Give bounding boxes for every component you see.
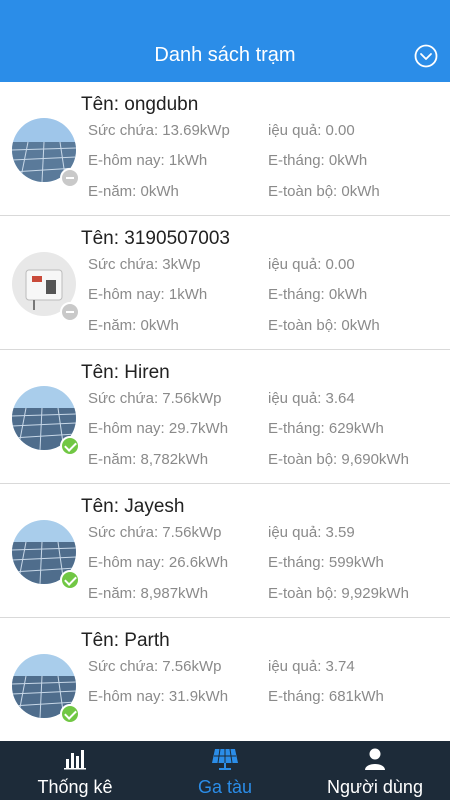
app-header: Danh sách trạm bbox=[0, 0, 450, 82]
station-capacity: Sức chứa: 7.56kWp bbox=[88, 390, 222, 407]
station-efficiency: iệu quả: 3.59 bbox=[268, 524, 355, 541]
station-efficiency: iệu quả: 3.64 bbox=[268, 390, 355, 407]
station-list[interactable]: Tên: ongdubn Sức chứa: 13.69kWp iệu quả:… bbox=[0, 82, 450, 741]
tab-label: Người dùng bbox=[327, 777, 423, 797]
tab-users[interactable]: Người dùng bbox=[300, 741, 450, 800]
station-energy-today: E-hôm nay: 29.7kWh bbox=[88, 420, 229, 437]
bottom-tab-bar: Thống kê Ga tàu Người dùng bbox=[0, 741, 450, 800]
online-status-icon bbox=[60, 704, 80, 724]
station-efficiency: iệu quả: 3.74 bbox=[268, 658, 355, 675]
station-energy-total: E-toàn bộ: 0kWh bbox=[268, 317, 380, 334]
station-efficiency: iệu quả: 0.00 bbox=[268, 122, 355, 139]
station-name: Tên: Jayesh bbox=[81, 496, 185, 517]
station-energy-today: E-hôm nay: 1kWh bbox=[88, 152, 208, 169]
station-energy-total: E-toàn bộ: 9,690kWh bbox=[268, 451, 409, 468]
station-energy-month: E-tháng: 681kWh bbox=[268, 688, 384, 705]
station-capacity: Sức chứa: 7.56kWp bbox=[88, 658, 222, 675]
station-capacity: Sức chứa: 7.56kWp bbox=[88, 524, 222, 541]
station-energy-year: E-năm: 8,987kWh bbox=[88, 585, 209, 602]
page-title: Danh sách trạm bbox=[154, 44, 296, 66]
station-energy-year: E-năm: 0kWh bbox=[88, 317, 179, 334]
tab-label: Ga tàu bbox=[197, 777, 253, 797]
station-energy-month: E-tháng: 0kWh bbox=[268, 152, 368, 169]
offline-status-icon bbox=[60, 168, 80, 188]
station-energy-total: E-toàn bộ: 0kWh bbox=[268, 183, 380, 200]
station-energy-year: E-năm: 8,782kWh bbox=[88, 451, 209, 468]
station-name: Tên: 3190507003 bbox=[81, 228, 230, 249]
station-name: Tên: Hiren bbox=[81, 362, 170, 383]
station-efficiency: iệu quả: 0.00 bbox=[268, 256, 355, 273]
chevron-down-circle-icon[interactable] bbox=[414, 44, 438, 68]
station-name: Tên: ongdubn bbox=[81, 94, 199, 115]
station-item[interactable]: Tên: Parth Sức chứa: 7.56kWp iệu quả: 3.… bbox=[0, 618, 450, 741]
station-capacity: Sức chứa: 3kWp bbox=[88, 256, 201, 273]
tab-statistics[interactable]: Thống kê bbox=[0, 741, 150, 800]
station-item[interactable]: Tên: Jayesh Sức chứa: 7.56kWp iệu quả: 3… bbox=[0, 484, 450, 618]
station-energy-today: E-hôm nay: 1kWh bbox=[88, 286, 208, 303]
offline-status-icon bbox=[60, 302, 80, 322]
tab-label: Thống kê bbox=[37, 777, 113, 797]
station-item[interactable]: Tên: ongdubn Sức chứa: 13.69kWp iệu quả:… bbox=[0, 82, 450, 216]
online-status-icon bbox=[60, 570, 80, 590]
station-energy-today: E-hôm nay: 31.9kWh bbox=[88, 688, 229, 705]
station-item[interactable]: Tên: 3190507003 Sức chứa: 3kWp iệu quả: … bbox=[0, 216, 450, 350]
station-capacity: Sức chứa: 13.69kWp bbox=[88, 122, 230, 139]
solar-panel-icon bbox=[212, 748, 238, 770]
station-energy-today: E-hôm nay: 26.6kWh bbox=[88, 554, 229, 571]
station-energy-month: E-tháng: 0kWh bbox=[268, 286, 368, 303]
station-energy-month: E-tháng: 599kWh bbox=[268, 554, 384, 571]
user-icon bbox=[365, 748, 385, 770]
station-name: Tên: Parth bbox=[81, 630, 170, 651]
tab-stations[interactable]: Ga tàu bbox=[150, 741, 300, 800]
station-energy-year: E-năm: 0kWh bbox=[88, 183, 179, 200]
station-energy-month: E-tháng: 629kWh bbox=[268, 420, 384, 437]
bar-chart-icon bbox=[64, 750, 86, 770]
station-item[interactable]: Tên: Hiren Sức chứa: 7.56kWp iệu quả: 3.… bbox=[0, 350, 450, 484]
online-status-icon bbox=[60, 436, 80, 456]
station-energy-total: E-toàn bộ: 9,929kWh bbox=[268, 585, 409, 602]
